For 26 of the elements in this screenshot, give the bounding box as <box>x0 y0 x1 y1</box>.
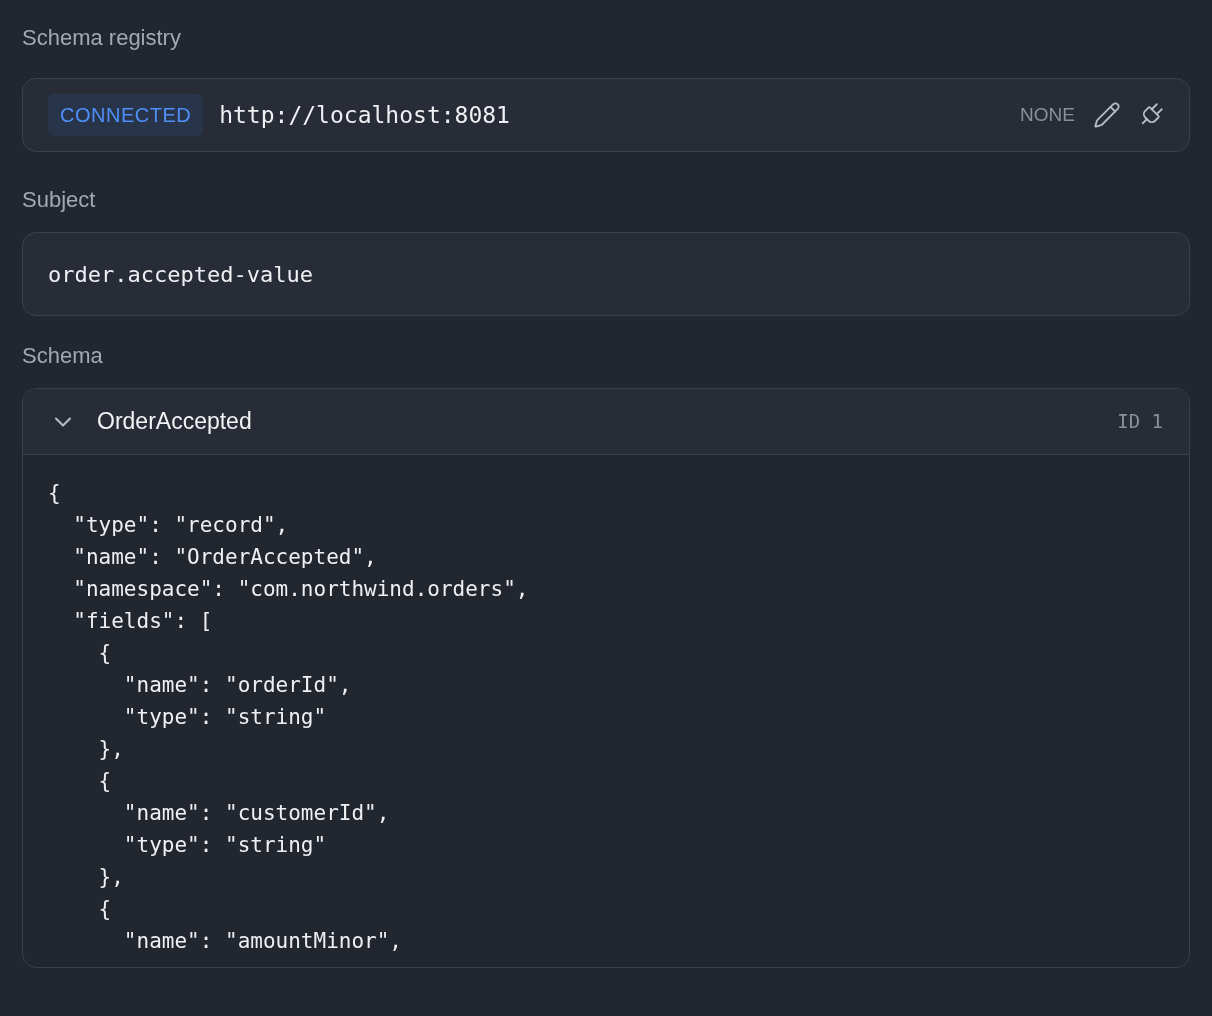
code-line: }, <box>97 864 124 891</box>
auth-label: NONE <box>1020 102 1075 127</box>
code-line: "name": "amountMinor", <box>122 928 402 955</box>
code-line: "name": "orderId", <box>122 672 352 699</box>
code-line: "type": "string" <box>122 704 327 731</box>
status-badge: CONNECTED <box>48 94 204 136</box>
schema-name: OrderAccepted <box>97 407 252 437</box>
schema-header[interactable]: OrderAccepted ID 1 <box>23 389 1189 455</box>
code-line: "name": "OrderAccepted", <box>72 544 377 571</box>
schema-id: ID 1 <box>1117 409 1163 435</box>
code-line: "namespace": "com.northwind.orders", <box>72 576 529 603</box>
code-line: "fields": [ <box>72 608 213 635</box>
code-line: { <box>97 768 112 795</box>
code-line: { <box>97 640 112 667</box>
section-label: Subject <box>22 186 97 214</box>
section-label: Schema registry <box>22 24 182 52</box>
subject-field[interactable]: order.accepted-value <box>22 232 1190 316</box>
code-line: { <box>97 896 112 923</box>
code-line: }, <box>97 736 124 763</box>
edit-icon[interactable] <box>1093 101 1121 129</box>
code-line: "type": "record", <box>72 512 289 539</box>
section-label: Schema <box>22 342 104 370</box>
code-line: "name": "customerId", <box>122 800 390 827</box>
code-line: "type": "string" <box>122 832 327 859</box>
code-line: { <box>48 480 61 507</box>
registry-url: http://localhost:8081 <box>219 100 510 130</box>
